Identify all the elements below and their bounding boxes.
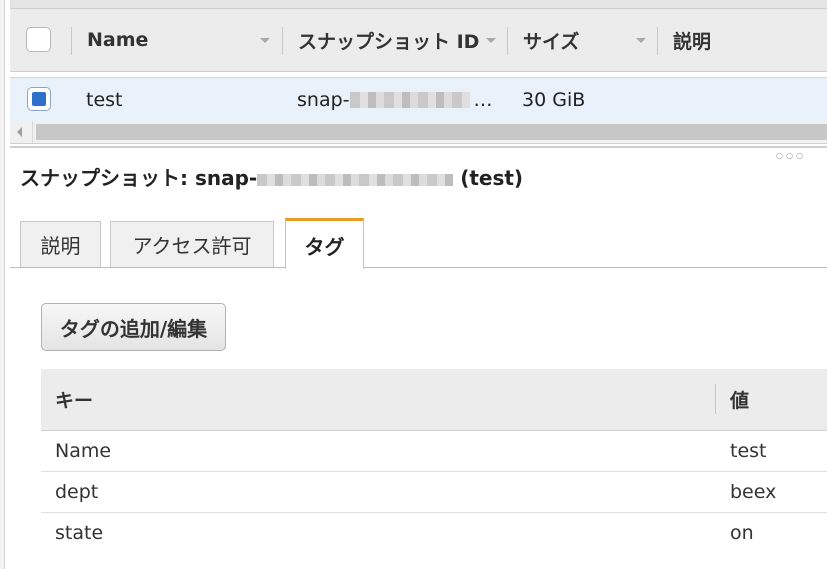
tab-tags[interactable]: タグ [285,218,364,269]
tab-label: アクセス許可 [132,234,252,258]
table-row: Name test [41,431,827,472]
tag-key: Name [55,440,112,462]
tag-value: on [730,522,754,544]
row-checkbox[interactable] [27,87,51,111]
tab-permissions[interactable]: アクセス許可 [110,221,274,267]
pane-divider[interactable] [10,146,827,148]
column-header-description[interactable]: 説明 [673,9,711,71]
add-edit-tags-button[interactable]: タグの追加/編集 [41,303,226,351]
resize-grip-icon[interactable]: ○○○ [776,151,806,160]
details-title: スナップショット: snap- (test) [20,162,523,191]
tags-table: キー 値 Name test dept beex state on [41,369,827,553]
snapshot-id-prefix: snap- [297,88,350,111]
column-header-label: Name [87,29,149,51]
tab-description[interactable]: 説明 [20,221,101,267]
column-header-key[interactable]: キー [55,369,93,430]
details-tabs: 説明 アクセス許可 タグ [10,218,827,270]
tags-table-header: キー 値 [41,369,827,431]
row-name: test [86,88,123,111]
table-row: state on [41,513,827,553]
snapshot-id-ellipsis: … [473,88,493,111]
row-size: 30 GiB [522,88,586,111]
details-title-prefix: スナップショット: snap- [20,166,258,190]
column-separator[interactable] [657,27,658,55]
row-snapshot-id: snap- … [297,78,493,121]
sort-arrow-icon[interactable] [260,38,270,43]
column-header-name[interactable]: Name [87,9,148,71]
column-separator[interactable] [507,27,508,55]
table-row[interactable]: test snap- … 30 GiB [10,77,827,122]
details-title-suffix: (test) [460,166,524,190]
tag-value: test [730,440,767,462]
tabs-baseline [10,267,827,268]
grid-top-edge [10,0,827,9]
sort-arrow-icon[interactable] [636,38,646,43]
column-header-label: スナップショット ID [298,30,480,53]
button-label: タグの追加/編集 [59,316,208,341]
tag-value: beex [730,481,777,503]
scrollbar-thumb[interactable] [36,124,827,140]
redacted-id-mask [349,91,470,108]
redacted-id-mask [257,173,454,186]
snapshot-table-header: Name スナップショット ID サイズ 説明 [10,9,827,72]
column-header-value[interactable]: 値 [730,369,749,430]
sort-arrow-icon[interactable] [486,38,496,43]
column-header-label: 説明 [673,30,712,53]
column-separator[interactable] [282,27,283,55]
tab-label: タグ [304,234,345,259]
checkbox-checked-mark [32,92,46,106]
column-header-snapshot-id[interactable]: スナップショット ID [298,9,479,71]
column-header-label: サイズ [523,30,580,53]
left-border [0,0,5,569]
column-separator[interactable] [715,384,716,414]
tag-key: dept [55,481,99,503]
tab-label: 説明 [40,234,81,258]
select-all-checkbox[interactable] [26,27,51,52]
table-row: dept beex [41,472,827,513]
tag-key: state [55,522,104,544]
scroll-left-icon[interactable] [10,121,33,143]
column-separator[interactable] [71,27,72,55]
horizontal-scrollbar[interactable] [10,121,827,144]
column-header-size[interactable]: サイズ [523,9,579,71]
